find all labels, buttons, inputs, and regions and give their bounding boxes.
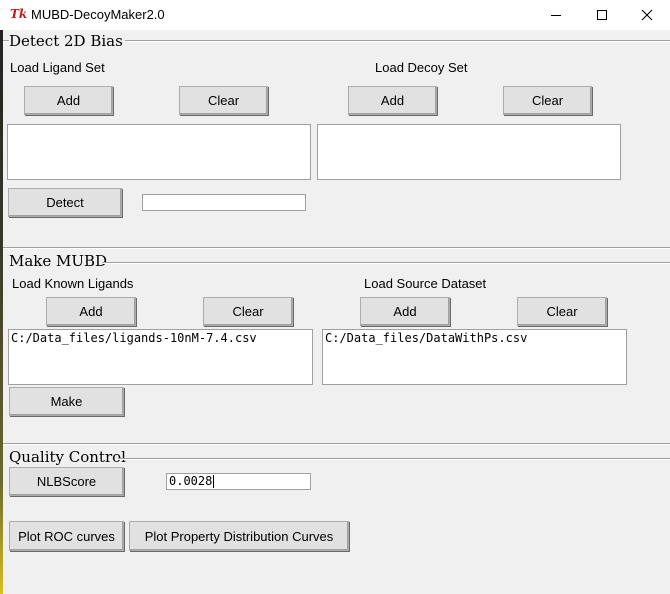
list-item[interactable]: C:/Data_files/ligands-10nM-7.4.csv — [11, 331, 310, 345]
source-add-button[interactable]: Add — [360, 297, 450, 326]
decoy-clear-button[interactable]: Clear — [503, 86, 592, 115]
plot-roc-curves-button[interactable]: Plot ROC curves — [9, 521, 124, 551]
section-title-quality-control: Quality Control — [9, 448, 128, 466]
text-caret — [213, 475, 215, 488]
load-known-ligands-label: Load Known Ligands — [12, 276, 134, 291]
decoy-set-listbox[interactable] — [317, 124, 621, 180]
close-icon[interactable] — [624, 0, 670, 30]
make-button[interactable]: Make — [9, 387, 124, 416]
ligand-clear-button[interactable]: Clear — [179, 86, 268, 115]
window-edge — [0, 30, 3, 594]
section-separator — [3, 247, 670, 249]
detect-result-field[interactable] — [142, 194, 306, 211]
section-separator — [118, 458, 670, 460]
known-add-button[interactable]: Add — [46, 297, 136, 326]
plot-property-distribution-button[interactable]: Plot Property Distribution Curves — [129, 521, 349, 551]
nlbscore-button[interactable]: NLBScore — [9, 467, 124, 496]
ligand-set-listbox[interactable] — [7, 124, 311, 180]
section-title-make-mubd: Make MUBD — [9, 252, 110, 270]
section-title-detect-bias: Detect 2D Bias — [9, 32, 125, 50]
nlbscore-value: 0.0028 — [169, 474, 213, 488]
section-separator — [3, 443, 670, 445]
tk-logo-icon: Tk — [10, 7, 28, 21]
detect-button[interactable]: Detect — [8, 188, 122, 217]
minimize-icon[interactable] — [533, 0, 579, 30]
source-dataset-listbox[interactable]: C:/Data_files/DataWithPs.csv — [322, 329, 627, 385]
list-item[interactable]: C:/Data_files/DataWithPs.csv — [325, 331, 624, 345]
load-decoy-set-label: Load Decoy Set — [375, 60, 468, 75]
nlbscore-value-field[interactable]: 0.0028 — [166, 473, 311, 490]
ligand-add-button[interactable]: Add — [24, 86, 113, 115]
known-clear-button[interactable]: Clear — [203, 297, 293, 326]
maximize-icon[interactable] — [579, 0, 625, 30]
source-clear-button[interactable]: Clear — [517, 297, 607, 326]
decoy-add-button[interactable]: Add — [348, 86, 437, 115]
window-title: MUBD-DecoyMaker2.0 — [31, 7, 165, 22]
known-ligands-listbox[interactable]: C:/Data_files/ligands-10nM-7.4.csv — [8, 329, 313, 385]
load-source-dataset-label: Load Source Dataset — [364, 276, 487, 291]
load-ligand-set-label: Load Ligand Set — [10, 60, 105, 75]
section-separator — [102, 262, 670, 264]
